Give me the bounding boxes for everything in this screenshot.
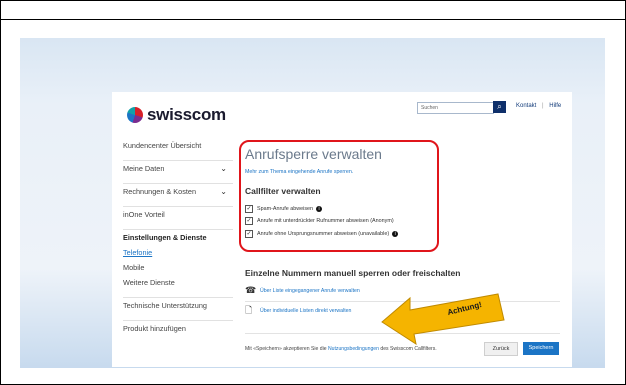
sidebar-item-bills[interactable]: Rechnungen & Kosten ⌄ [123, 184, 233, 207]
link-label: Über Liste eingegangener Anrufe verwalte… [260, 287, 360, 294]
callfilter-heading: Callfilter verwalten [245, 186, 321, 196]
help-link[interactable]: Hilfe [549, 103, 561, 109]
info-icon[interactable]: i [316, 206, 323, 212]
checkbox-label: Anrufe mit unterdrückter Rufnummer abwei… [257, 218, 394, 224]
sidebar-item-telefonie[interactable]: Telefonie [123, 245, 233, 260]
sidebar-item-label: Meine Daten [123, 164, 165, 173]
sidebar-item-label: Rechnungen & Kosten [123, 187, 197, 196]
sidebar-item-label: Telefonie [123, 248, 153, 257]
back-button[interactable]: Zurück [484, 342, 518, 356]
checkbox-label: Anrufe ohne Ursprungsnummer abweisen (un… [257, 231, 390, 237]
sidebar-item-label: Produkt hinzufügen [123, 324, 186, 333]
header-divider [0, 19, 626, 20]
section-heading-manual: Einzelne Nummern manuell sperren oder fr… [245, 268, 461, 278]
sidebar-item-label: Technische Unterstützung [123, 301, 207, 310]
sidebar-item-label: Kundencenter Übersicht [123, 141, 202, 150]
swisscom-page: swisscom Suchen ⌕ Kontakt | Hilfe Kunden… [112, 92, 572, 367]
checkbox-checked-icon: ✓ [245, 205, 253, 213]
subtitle-link[interactable]: Mehr zum Thema eingehende Anrufe sperren… [245, 169, 353, 175]
search-icon: ⌕ [497, 102, 502, 111]
top-links: Kontakt | Hilfe [516, 103, 565, 109]
contact-link[interactable]: Kontakt [516, 103, 536, 109]
swisscom-logo-icon [127, 107, 143, 123]
footer-text: Mit «Speichern» akzeptieren Sie die Nutz… [245, 346, 437, 352]
checkbox-checked-icon: ✓ [245, 217, 253, 225]
sidebar-item-label: inOne Vorteil [123, 210, 165, 219]
sidebar-item-mobile[interactable]: Mobile [123, 260, 233, 275]
terms-link[interactable]: Nutzungsbedingungen [328, 346, 379, 352]
chevron-down-icon: ⌄ [220, 164, 227, 173]
slide-background: swisscom Suchen ⌕ Kontakt | Hilfe Kunden… [20, 38, 605, 368]
search-button[interactable]: ⌕ [493, 101, 506, 113]
checkbox-unavailable[interactable]: ✓ Anrufe ohne Ursprungsnummer abweisen (… [245, 230, 399, 238]
annotation-arrow: Achtung! [380, 290, 510, 346]
checkbox-spam[interactable]: ✓ Spam-Anrufe abweisen i [245, 205, 323, 213]
sidebar-item-support[interactable]: Technische Unterstützung [123, 298, 233, 321]
checkbox-anonymous[interactable]: ✓ Anrufe mit unterdrückter Rufnummer abw… [245, 217, 394, 225]
document-icon: 🗋 [245, 305, 253, 315]
checkbox-label: Spam-Anrufe abweisen [257, 206, 314, 212]
phone-icon: ☎ [245, 285, 257, 295]
footer-text-after: des Swisscom Callfilters. [378, 346, 437, 352]
sidebar-item-label: Weitere Dienste [123, 278, 175, 287]
sidebar-item-my-data[interactable]: Meine Daten ⌄ [123, 161, 233, 184]
arrow-icon [381, 293, 505, 346]
search-input[interactable]: Suchen [417, 102, 494, 114]
page-title: Anrufsperre verwalten [245, 146, 382, 162]
sidebar-item-weitere[interactable]: Weitere Dienste [123, 275, 233, 298]
link-individual-lists[interactable]: 🗋 Über individuelle Listen direkt verwal… [245, 306, 351, 315]
top-links-separator: | [542, 103, 544, 109]
save-button[interactable]: Speichern [523, 342, 559, 355]
footer-text-before: Mit «Speichern» akzeptieren Sie die [245, 346, 328, 352]
link-label: Über individuelle Listen direkt verwalte… [260, 307, 352, 314]
chevron-down-icon: ⌄ [220, 187, 227, 196]
sidebar-item-overview[interactable]: Kundencenter Übersicht [123, 138, 233, 161]
sidebar-item-settings[interactable]: Einstellungen & Dienste [123, 230, 233, 245]
swisscom-logo[interactable]: swisscom [127, 105, 226, 125]
link-call-list[interactable]: ☎ Über Liste eingegangener Anrufe verwal… [245, 286, 360, 295]
sidebar-nav: Kundencenter Übersicht Meine Daten ⌄ Rech… [123, 138, 233, 343]
logo-text: swisscom [147, 105, 226, 124]
info-icon[interactable]: i [392, 231, 399, 237]
sidebar-item-inone[interactable]: inOne Vorteil [123, 207, 233, 230]
checkbox-checked-icon: ✓ [245, 230, 253, 238]
sidebar-item-label: Einstellungen & Dienste [123, 233, 207, 242]
sidebar-item-label: Mobile [123, 263, 145, 272]
sidebar-item-add-product[interactable]: Produkt hinzufügen [123, 321, 233, 343]
